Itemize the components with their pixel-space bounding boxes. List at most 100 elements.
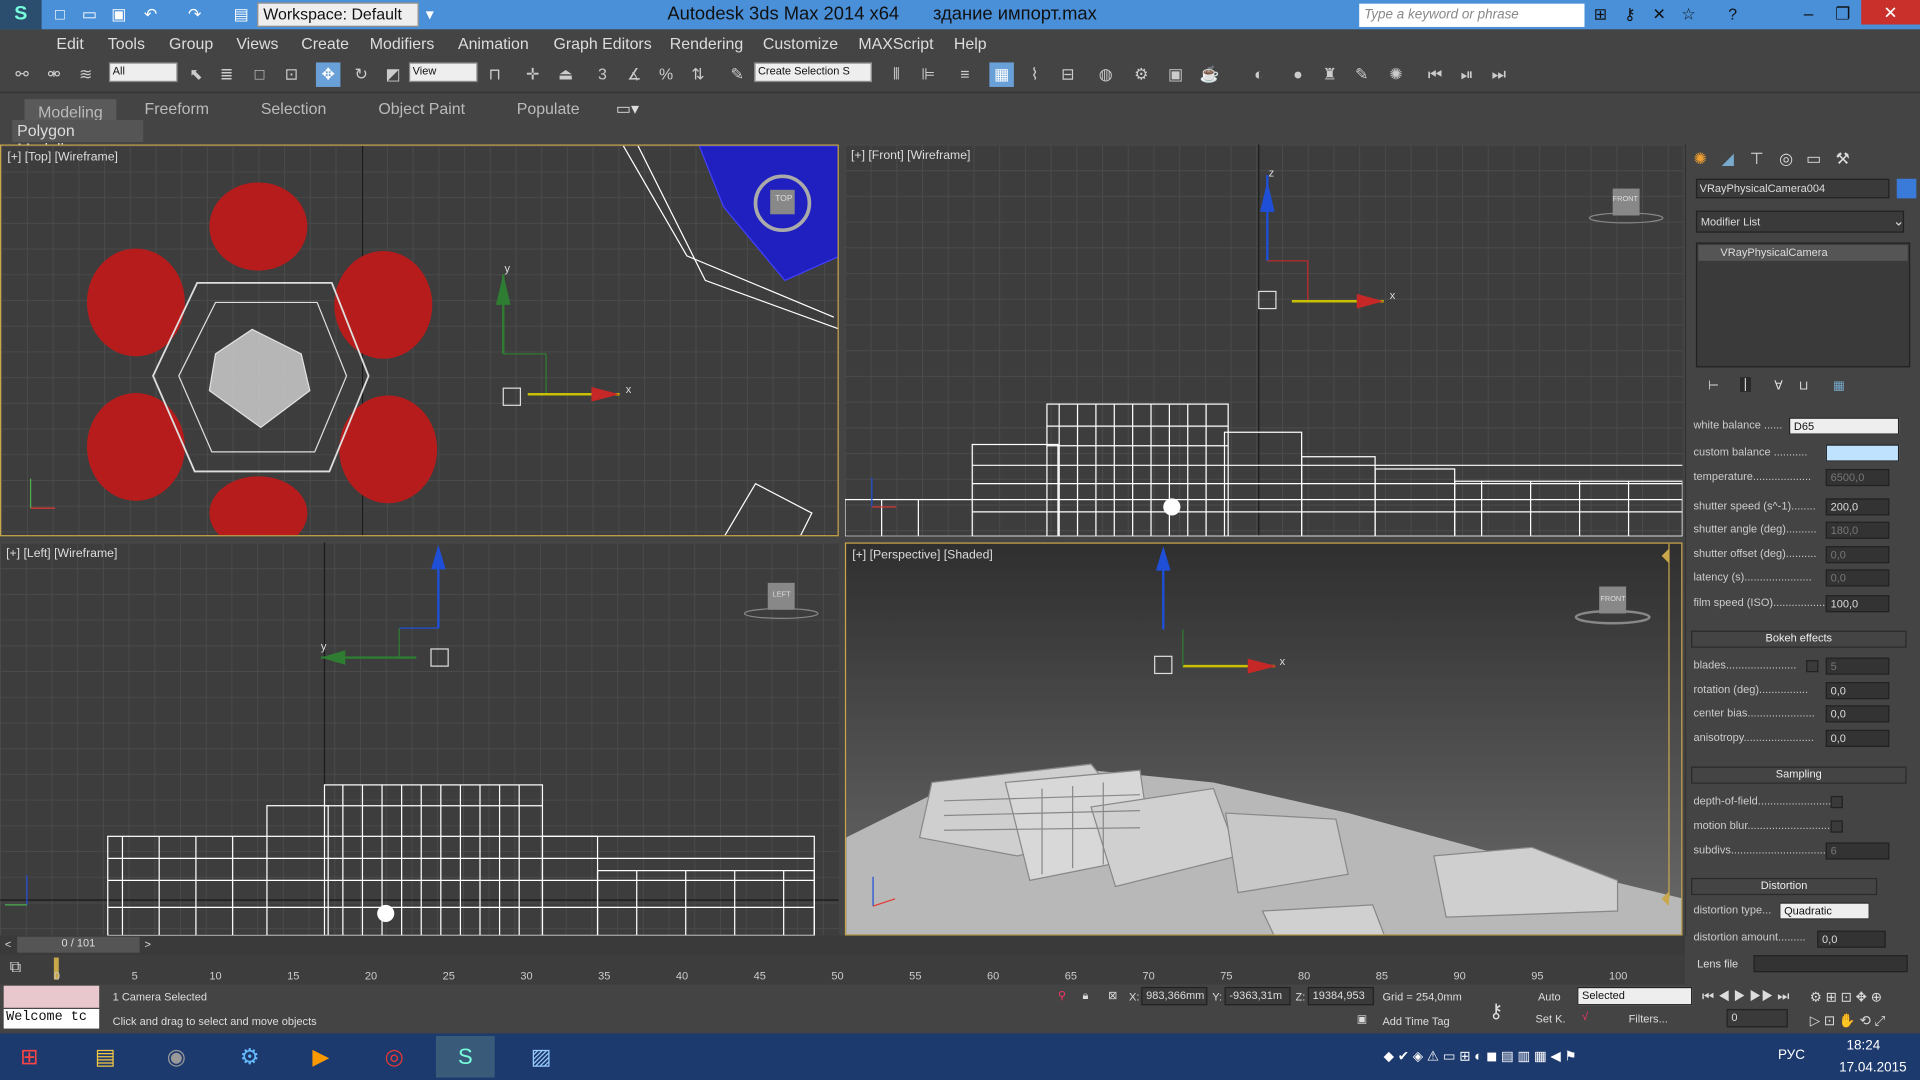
edit-named-sets-icon[interactable]: ✎ [725,62,749,86]
undo-icon[interactable]: ↶ [140,4,162,26]
vray-frame-buffer-icon[interactable]: ◐ [1247,62,1271,86]
time-slider[interactable]: < 0 / 101 > [0,935,1685,956]
keyboard-shortcut-icon[interactable]: ⏏ [553,62,577,86]
sun-icon[interactable]: ✺ [1384,62,1408,86]
open-file-icon[interactable]: ▭ [78,4,100,26]
maximize-button[interactable]: ❐ [1824,0,1861,27]
motion-tab-icon[interactable]: ◎ [1779,149,1793,169]
selection-filter-dropdown[interactable]: All [108,62,178,83]
configure-sets-icon[interactable]: ▦ [1833,380,1845,393]
temperature-field[interactable]: 6500,0 [1825,468,1890,487]
track-bar[interactable]: ⧉ 0 5 10 15 20 25 30 35 40 45 50 55 60 65 70 75 80 85 90 95… [0,955,1685,985]
workspace-arrow-icon[interactable]: ▾ [419,4,441,26]
playback-controls[interactable]: ⏮ ◀ ▶ ▶▶ ⏭ [1702,989,1789,1005]
play-key-icon[interactable]: ⏯ [1455,62,1479,86]
save-file-icon[interactable]: ▣ [108,4,130,26]
maxscript-listener-top[interactable] [3,985,100,1008]
redo-icon[interactable]: ↷ [184,4,206,26]
time-prev-icon[interactable]: < [5,938,11,950]
menu-customize[interactable]: Customize [763,34,838,52]
x-coordinate-field[interactable]: 983,366mm [1141,986,1208,1006]
stack-item[interactable]: VRayPhysicalCamera [1698,244,1908,261]
start-button-icon[interactable]: ⊞ [2,1036,56,1078]
select-by-name-icon[interactable]: ≣ [214,62,238,86]
latency-field[interactable]: 0,0 [1825,569,1890,587]
app-logo[interactable]: S [0,0,42,30]
dropdown-arrow-icon[interactable]: ⌄ [1893,213,1904,229]
menu-edit[interactable]: Edit [56,34,83,52]
bind-space-warp-icon[interactable]: ≋ [73,62,97,86]
distortion-rollout-header[interactable]: Distortion [1691,877,1878,896]
object-name-field[interactable]: VRayPhysicalCamera004 [1695,178,1890,199]
window-crossing-icon[interactable]: ⊡ [279,62,303,86]
menu-rendering[interactable]: Rendering [670,34,743,52]
percent-snap-icon[interactable]: % [654,62,678,86]
language-indicator[interactable]: РУС [1778,1048,1805,1063]
clock-date[interactable]: 17.04.2015 [1839,1060,1906,1075]
named-selection-dropdown[interactable]: Create Selection S [754,62,872,83]
remove-modifier-icon[interactable]: ⊔ [1799,380,1809,393]
blades-field[interactable]: 5 [1825,657,1890,675]
spinner-snap-icon[interactable]: ⇅ [686,62,710,86]
shirt-icon[interactable]: ♜ [1318,62,1342,86]
unlink-icon[interactable]: ⚮ [42,62,66,86]
3ds-max-taskbar-icon[interactable]: S [435,1035,495,1078]
shutter-offset-field[interactable]: 0,0 [1825,546,1890,564]
shutter-angle-field[interactable]: 180,0 [1825,521,1890,539]
new-file-icon[interactable]: □ [49,4,71,26]
angle-snap-icon[interactable]: ∡ [622,62,646,86]
media-player-icon[interactable]: ▶ [291,1036,350,1078]
help-icon[interactable]: ? [1722,4,1744,26]
explorer-icon[interactable]: ▤ [76,1036,135,1078]
dof-checkbox[interactable] [1830,795,1843,809]
tools-icon[interactable]: ✕ [1648,4,1670,26]
tab-selection[interactable]: Selection [261,99,326,117]
viewcube-front[interactable]: FRONT [1613,196,1638,203]
shutter-speed-field[interactable]: 200,0 [1825,498,1890,516]
viewport-front[interactable]: [+] [Front] [Wireframe] x z FRONT [844,144,1683,537]
show-end-result-icon[interactable]: | [1740,377,1751,392]
viewcube-top[interactable]: TOP [775,195,792,204]
select-object-icon[interactable]: ⬉ [184,62,208,86]
menu-tools[interactable]: Tools [108,34,145,52]
viewport-nav-icons[interactable]: ⚙ ⊞ ⊡ ✥ ⊕ [1810,989,1882,1006]
chrome-icon[interactable]: ◎ [365,1036,424,1078]
project-folder-icon[interactable]: ▤ [230,4,252,26]
viewcube-left[interactable]: LEFT [773,591,791,598]
modifier-list-dropdown[interactable]: Modifier List [1695,210,1905,233]
rotation-field[interactable]: 0,0 [1825,682,1890,700]
rect-region-icon[interactable]: □ [247,62,271,86]
key-icon[interactable]: ⚷ [1619,4,1641,26]
prev-key-icon[interactable]: ⏮ [1423,62,1447,86]
curve-editor-icon[interactable]: ⌇ [1022,62,1046,86]
move-icon[interactable]: ✥ [315,62,341,87]
set-key-icon[interactable]: ⚷ [1489,999,1503,1023]
material-editor-icon[interactable]: ◍ [1093,62,1117,86]
viewport-nav-icons-2[interactable]: ▷ ⊡ ✋ ⟲ ⤢ [1810,1013,1885,1030]
current-frame-field[interactable]: 0 [1726,1008,1788,1028]
white-balance-dropdown[interactable]: D65 [1788,417,1900,435]
render-setup-icon[interactable]: ⚙ [1129,62,1153,86]
link-icon[interactable]: ⚯ [10,62,34,86]
tab-freeform[interactable]: Freeform [144,99,209,117]
z-coordinate-field[interactable]: 19384,953 [1307,986,1374,1006]
distortion-amount-field[interactable]: 0,0 [1817,930,1886,948]
workspace-dropdown[interactable]: Workspace: Default [257,2,419,27]
sampling-rollout-header[interactable]: Sampling [1691,766,1907,784]
menu-views[interactable]: Views [236,34,278,52]
star-icon[interactable]: ☆ [1678,4,1700,26]
custom-balance-swatch[interactable] [1825,444,1900,462]
search-input[interactable]: Type a keyword or phrase [1359,3,1585,27]
key-selection-dropdown[interactable]: Selected [1577,986,1693,1006]
object-color-swatch[interactable] [1896,178,1917,199]
menu-animation[interactable]: Animation [458,34,529,52]
lock-selection-icon[interactable]: 🔒︎ [1082,989,1088,1002]
menu-graph-editors[interactable]: Graph Editors [553,34,651,52]
maxscript-listener[interactable]: Welcome tc [3,1008,100,1029]
distortion-type-dropdown[interactable]: Quadratic [1779,902,1870,920]
sphere-icon[interactable]: ● [1286,62,1310,86]
schematic-view-icon[interactable]: ⊟ [1056,62,1080,86]
add-time-tag-icon[interactable]: ▣ [1357,1013,1367,1026]
film-speed-field[interactable]: 100,0 [1825,595,1890,613]
time-next-icon[interactable]: > [144,938,150,950]
